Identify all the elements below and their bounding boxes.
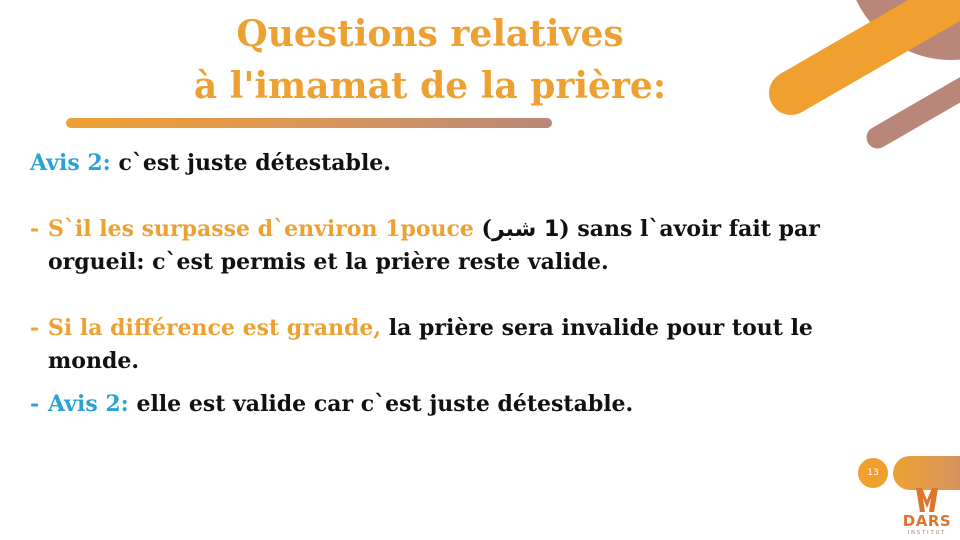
bullet-2-text: la prière sera invalide pour tout le (381, 315, 813, 341)
bullet-dash: - (30, 315, 40, 341)
title-underline (66, 118, 552, 128)
bullet-1-highlight: S`il les surpasse d`environ 1pouce (48, 216, 474, 242)
intro-text: c`est juste détestable. (110, 150, 391, 176)
bullet-1-line-1: S`il les surpasse d`environ 1pouce (1 شب… (48, 212, 820, 247)
page-number-badge: 13 (858, 458, 888, 488)
bullet-3-line-1: Avis 2: elle est valide car c`est juste … (48, 387, 633, 421)
bullet-2-line-2: monde. (48, 348, 139, 374)
bullet-1-paren-open: ( (473, 216, 492, 242)
bullet-1-line-2: orgueil: c`est permis et la prière reste… (48, 249, 609, 275)
bullet-1-arabic: 1 شبر (491, 217, 560, 242)
bullet-dash: - (30, 391, 40, 417)
title-line-2: à l'imamat de la prière: (193, 65, 667, 107)
footer-stripe (893, 456, 960, 490)
bullet-3-text: elle est valide car c`est juste détestab… (128, 391, 634, 417)
bullet-3-highlight: Avis 2: (48, 391, 129, 417)
decorative-mauve-stripe (862, 58, 960, 153)
intro-line: Avis 2: c`est juste détestable. (30, 146, 391, 180)
bullet-2-line-1: Si la différence est grande, la prière s… (48, 311, 813, 345)
bullet-dash: - (30, 216, 40, 242)
intro-label: Avis 2: (30, 150, 111, 176)
bullet-1-paren-close: ) (559, 216, 570, 242)
slide: Questions relatives à l'imamat de la pri… (0, 0, 960, 540)
logo-text: DARS (902, 512, 952, 530)
logo-subtext: INSTITUT (907, 530, 947, 536)
bullet-2-highlight: Si la différence est grande, (48, 315, 382, 341)
slide-title: Questions relatives à l'imamat de la pri… (130, 8, 730, 112)
title-line-1: Questions relatives (236, 13, 624, 55)
bullet-1-text: sans l`avoir fait par (569, 216, 820, 242)
